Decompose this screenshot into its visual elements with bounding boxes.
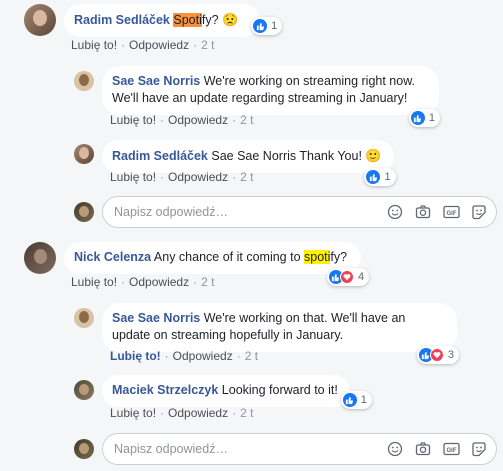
- like-button[interactable]: Lubię to!: [110, 406, 156, 420]
- gif-icon[interactable]: GIF: [442, 440, 460, 458]
- like-reaction-icon: [342, 393, 357, 407]
- like-button[interactable]: Lubię to!: [110, 170, 156, 184]
- reply-composer: GIF: [74, 196, 497, 228]
- composer-tools: GIF: [386, 440, 496, 458]
- reply-bubble: Maciek Strzelczyk Looking forward to it!…: [102, 375, 372, 409]
- gif-icon[interactable]: GIF: [442, 203, 460, 221]
- camera-icon[interactable]: [414, 440, 432, 458]
- reply-button[interactable]: Odpowiedz: [168, 113, 228, 127]
- reply-author[interactable]: Maciek Strzelczyk: [112, 383, 218, 397]
- like-reaction-icon: [253, 19, 268, 33]
- reply-author[interactable]: Radim Sedláček: [112, 149, 208, 163]
- reply-button[interactable]: Odpowiedz: [173, 349, 233, 363]
- reply-input[interactable]: [114, 442, 384, 456]
- reply: Radim Sedláček Sae Sae Norris Thank You!…: [74, 140, 396, 186]
- timestamp[interactable]: 2 t: [240, 113, 253, 127]
- reply-actions: Lubię to! · Odpowiedz · 2 t: [110, 349, 259, 363]
- reply-input-wrapper: GIF: [102, 196, 497, 228]
- comment-text: Spotify?: [173, 13, 219, 27]
- love-reaction-icon: [339, 270, 354, 284]
- reply-text: Sae Sae Norris Thank You!: [211, 149, 362, 163]
- reaction-summary[interactable]: 1: [408, 109, 440, 127]
- reaction-count: 1: [271, 19, 278, 32]
- like-button[interactable]: Lubię to!: [71, 38, 117, 52]
- comment-bubble: Radim Sedláček Spotify? 😟 1: [64, 4, 283, 37]
- avatar[interactable]: [24, 242, 56, 274]
- comment-bubble: Nick Celenza Any chance of it coming to …: [64, 242, 370, 286]
- comment-text: Any chance of it coming to spotify?: [153, 250, 348, 264]
- sticker-icon[interactable]: [470, 203, 488, 221]
- reply-text: Looking forward to it!: [221, 383, 338, 397]
- search-highlight: spoti: [304, 250, 331, 264]
- reaction-count: 3: [447, 348, 454, 361]
- avatar[interactable]: [74, 380, 94, 400]
- comment-author[interactable]: Radim Sedláček: [74, 13, 170, 27]
- reaction-count: 1: [360, 393, 367, 406]
- comment-actions: Lubię to! · Odpowiedz · 2 t: [71, 38, 215, 52]
- timestamp[interactable]: 2 t: [201, 275, 214, 289]
- like-reaction-icon: [410, 111, 425, 125]
- reply-bubble: Sae Sae Norris We're working on that. We…: [102, 303, 459, 364]
- timestamp[interactable]: 2 t: [240, 406, 253, 420]
- comment: Nick Celenza Any chance of it coming to …: [24, 242, 370, 286]
- reply-button[interactable]: Odpowiedz: [168, 406, 228, 420]
- avatar[interactable]: [74, 308, 94, 328]
- reply-composer: GIF: [74, 433, 497, 465]
- reply-author[interactable]: Sae Sae Norris: [112, 311, 200, 325]
- reaction-summary[interactable]: 1: [364, 168, 396, 186]
- reaction-summary[interactable]: 4: [326, 268, 370, 286]
- timestamp[interactable]: 2 t: [240, 170, 253, 184]
- reply-actions: Lubię to! · Odpowiedz · 2 t: [110, 113, 254, 127]
- emoji: 🙂: [365, 148, 382, 163]
- like-button[interactable]: Lubię to!: [110, 349, 161, 363]
- emoji: 😟: [222, 12, 239, 27]
- reaction-summary[interactable]: 3: [416, 346, 459, 364]
- reply: Sae Sae Norris We're working on streamin…: [74, 66, 440, 127]
- svg-text:GIF: GIF: [446, 448, 456, 454]
- comment-actions: Lubię to! · Odpowiedz · 2 t: [71, 275, 215, 289]
- reply-actions: Lubię to! · Odpowiedz · 2 t: [110, 170, 254, 184]
- reply-input[interactable]: [114, 205, 384, 219]
- avatar[interactable]: [74, 144, 94, 164]
- reply-bubble: Radim Sedláček Sae Sae Norris Thank You!…: [102, 140, 396, 186]
- camera-icon[interactable]: [414, 203, 432, 221]
- reaction-count: 1: [384, 170, 391, 183]
- reply: Sae Sae Norris We're working on that. We…: [74, 303, 459, 364]
- avatar[interactable]: [74, 71, 94, 91]
- like-reaction-icon: [366, 170, 381, 184]
- avatar[interactable]: [24, 4, 56, 36]
- reply-button[interactable]: Odpowiedz: [129, 38, 189, 52]
- comment-author[interactable]: Nick Celenza: [74, 250, 151, 264]
- reply-actions: Lubię to! · Odpowiedz · 2 t: [110, 406, 254, 420]
- composer-tools: GIF: [386, 203, 496, 221]
- love-reaction-icon: [429, 348, 444, 362]
- reaction-count: 1: [428, 111, 435, 124]
- reply-input-wrapper: GIF: [102, 433, 497, 465]
- emoji-icon[interactable]: [386, 440, 404, 458]
- reply-bubble: Sae Sae Norris We're working on streamin…: [102, 66, 440, 127]
- reaction-summary[interactable]: 1: [340, 391, 372, 409]
- timestamp[interactable]: 2 t: [245, 349, 258, 363]
- reply-author[interactable]: Sae Sae Norris: [112, 74, 200, 88]
- current-user-avatar[interactable]: [74, 439, 94, 459]
- sticker-icon[interactable]: [470, 440, 488, 458]
- emoji-icon[interactable]: [386, 203, 404, 221]
- reply: Maciek Strzelczyk Looking forward to it!…: [74, 375, 372, 409]
- timestamp[interactable]: 2 t: [201, 38, 214, 52]
- reaction-count: 4: [357, 270, 365, 283]
- current-user-avatar[interactable]: [74, 202, 94, 222]
- reply-button[interactable]: Odpowiedz: [168, 170, 228, 184]
- reply-button[interactable]: Odpowiedz: [129, 275, 189, 289]
- reaction-summary[interactable]: 1: [251, 17, 283, 35]
- comment: Radim Sedláček Spotify? 😟 1: [24, 4, 283, 37]
- like-button[interactable]: Lubię to!: [71, 275, 117, 289]
- like-button[interactable]: Lubię to!: [110, 113, 156, 127]
- svg-text:GIF: GIF: [446, 211, 456, 217]
- search-highlight: Spoti: [173, 13, 202, 27]
